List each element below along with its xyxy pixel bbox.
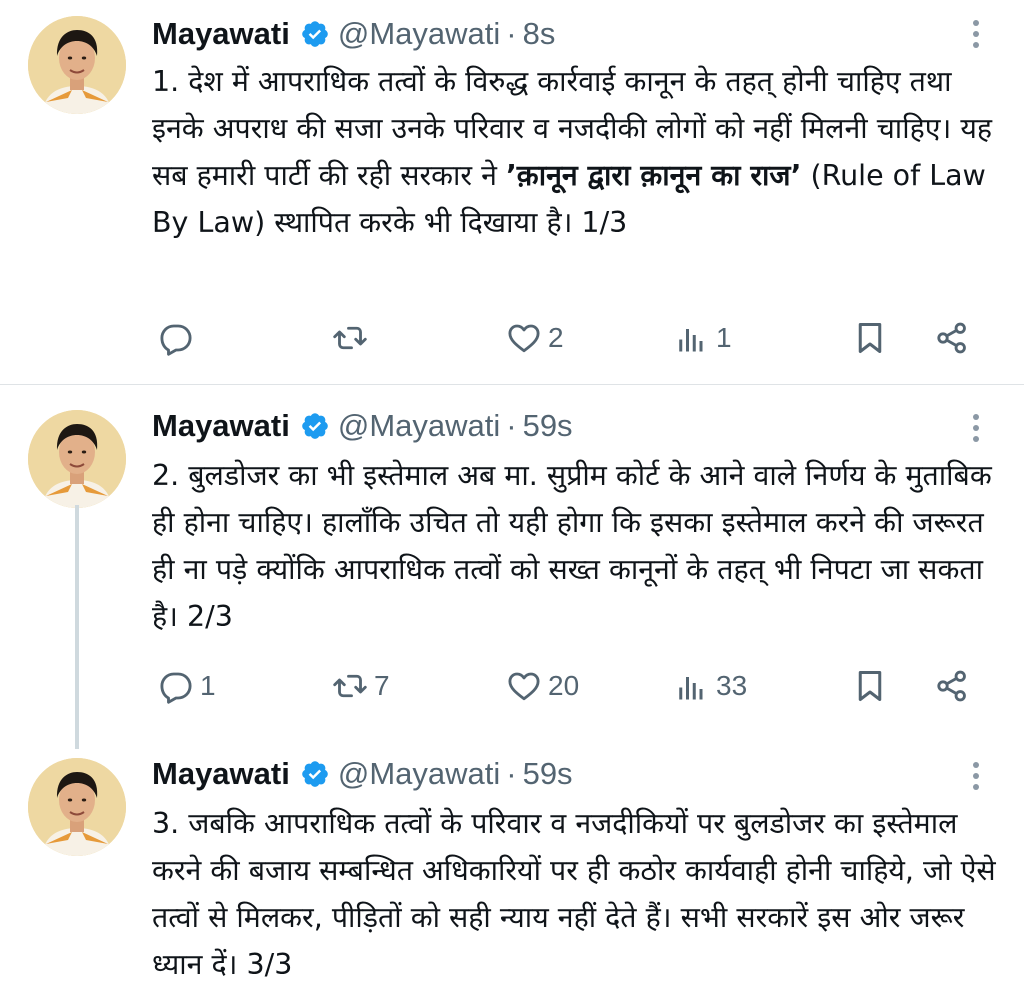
reply-button[interactable]	[158, 316, 200, 360]
tweet-header: Mayawati @Mayawati · 59s	[152, 404, 573, 448]
author-handle[interactable]: @Mayawati	[338, 16, 500, 52]
like-button[interactable]: 2	[506, 316, 564, 360]
like-count: 2	[548, 322, 564, 353]
views-icon	[674, 668, 710, 704]
bookmark-button[interactable]	[852, 316, 888, 360]
tweet-text: 1. देश में आपराधिक तत्वों के विरुद्ध कार…	[152, 58, 1000, 246]
views-icon	[674, 320, 710, 356]
share-icon	[934, 668, 970, 704]
views-button[interactable]: 1	[674, 316, 732, 360]
more-options-icon[interactable]	[972, 20, 980, 53]
timestamp[interactable]: 8s	[523, 16, 556, 52]
more-options-icon[interactable]	[972, 762, 980, 795]
tweet-header: Mayawati @Mayawati · 8s	[152, 12, 555, 56]
views-count: 1	[716, 322, 732, 353]
verified-badge-icon	[300, 19, 330, 49]
like-button[interactable]: 20	[506, 664, 579, 708]
reply-icon	[158, 668, 194, 704]
share-icon	[934, 320, 970, 356]
bookmark-icon	[852, 320, 888, 356]
timestamp[interactable]: 59s	[523, 408, 573, 444]
reply-count: 1	[200, 670, 216, 701]
bookmark-icon	[852, 668, 888, 704]
author-name[interactable]: Mayawati	[152, 408, 290, 444]
avatar[interactable]	[28, 16, 126, 114]
separator: ·	[506, 408, 517, 443]
author-handle[interactable]: @Mayawati	[338, 756, 500, 792]
verified-badge-icon	[300, 411, 330, 441]
separator: ·	[506, 756, 517, 791]
retweet-button[interactable]	[332, 316, 374, 360]
heart-icon	[506, 320, 542, 356]
verified-badge-icon	[300, 759, 330, 789]
retweet-count: 7	[374, 670, 390, 701]
tweet-text: 2. बुलडोजर का भी इस्तेमाल अब मा. सुप्रीम…	[152, 459, 992, 633]
avatar[interactable]	[28, 758, 126, 856]
retweet-icon	[332, 668, 368, 704]
author-name[interactable]: Mayawati	[152, 16, 290, 52]
timestamp[interactable]: 59s	[523, 756, 573, 792]
tweet-actions: 2 1	[152, 316, 992, 360]
heart-icon	[506, 668, 542, 704]
retweet-button[interactable]: 7	[332, 664, 390, 708]
tweet-actions: 1 7 20 33	[152, 664, 992, 708]
retweet-icon	[332, 320, 368, 356]
thread-connector-line	[75, 505, 79, 749]
avatar[interactable]	[28, 410, 126, 508]
views-button[interactable]: 33	[674, 664, 747, 708]
reply-button[interactable]: 1	[158, 664, 216, 708]
reply-icon	[158, 320, 194, 356]
tweet-text: 3. जबकि आपराधिक तत्वों के परिवार व नजदीक…	[152, 807, 996, 981]
author-name[interactable]: Mayawati	[152, 756, 290, 792]
more-options-icon[interactable]	[972, 414, 980, 447]
views-count: 33	[716, 670, 748, 701]
tweet-text-bold: ’क़ानून द्वारा क़ानून का राज’	[505, 159, 802, 192]
author-handle[interactable]: @Mayawati	[338, 408, 500, 444]
share-button[interactable]	[934, 316, 970, 360]
separator: ·	[506, 16, 517, 51]
divider	[0, 384, 1024, 385]
like-count: 20	[548, 670, 580, 701]
tweet-header: Mayawati @Mayawati · 59s	[152, 752, 573, 796]
bookmark-button[interactable]	[852, 664, 888, 708]
share-button[interactable]	[934, 664, 970, 708]
